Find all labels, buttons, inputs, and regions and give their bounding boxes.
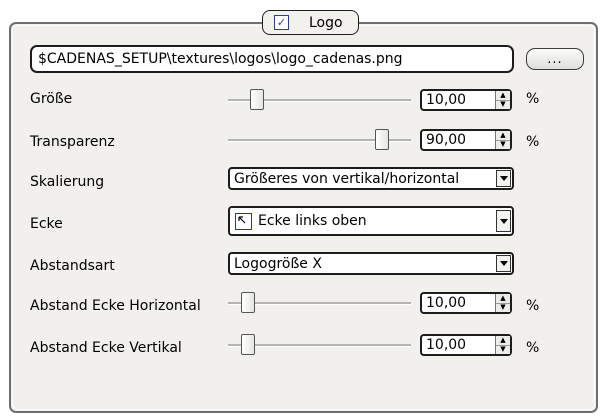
scaling-label: Skalierung	[30, 174, 105, 190]
browse-button[interactable]: ...	[526, 48, 584, 70]
chevron-down-icon[interactable]	[496, 210, 511, 232]
spin-up-icon[interactable]: ▲	[496, 91, 510, 100]
transparency-slider[interactable]	[228, 129, 411, 151]
transparency-spin-arrows[interactable]: ▲ ▼	[495, 131, 510, 149]
corner-value: Ecke links oben	[258, 213, 367, 229]
spacing-vertical-value: 10,00	[426, 337, 467, 353]
spacing-horizontal-slider[interactable]	[228, 292, 411, 314]
corner-dropdown[interactable]: Ecke links oben	[228, 206, 514, 236]
logo-enabled-checkbox[interactable]: ✓	[274, 15, 289, 30]
spacing-type-dropdown[interactable]: Logogröße X	[228, 252, 514, 275]
spacing-type-value: Logogröße X	[234, 255, 322, 272]
spacing-horizontal-spinbox[interactable]: 10,00 ▲ ▼	[420, 292, 512, 314]
size-slider[interactable]	[228, 89, 411, 111]
spacing-vertical-spin-arrows[interactable]: ▲ ▼	[495, 336, 510, 354]
spin-up-icon[interactable]: ▲	[496, 294, 510, 303]
spacing-horizontal-label: Abstand Ecke Horizontal	[30, 298, 201, 314]
corner-label: Ecke	[30, 216, 63, 232]
transparency-label: Transparenz	[30, 134, 115, 150]
logo-group-toggle[interactable]: ✓ Logo	[262, 10, 359, 35]
spacing-vertical-spinbox[interactable]: 10,00 ▲ ▼	[420, 334, 512, 356]
spacing-type-label: Abstandsart	[30, 258, 115, 274]
spacing-vertical-unit: %	[526, 340, 540, 356]
spacing-horizontal-slider-track	[228, 302, 411, 305]
spacing-horizontal-slider-thumb[interactable]	[241, 292, 256, 313]
arrow-top-left-icon	[235, 212, 252, 230]
size-unit: %	[526, 91, 540, 107]
scaling-value: Größeres von vertikal/horizontal	[234, 170, 460, 187]
browse-button-label: ...	[547, 51, 563, 67]
spacing-vertical-slider-track	[228, 344, 411, 347]
spacing-vertical-label: Abstand Ecke Vertikal	[30, 340, 182, 356]
size-spin-arrows[interactable]: ▲ ▼	[495, 91, 510, 109]
spacing-horizontal-unit: %	[526, 298, 540, 314]
spin-down-icon[interactable]: ▼	[496, 139, 510, 150]
spacing-vertical-slider[interactable]	[228, 334, 411, 356]
spin-up-icon[interactable]: ▲	[496, 336, 510, 345]
transparency-spinbox[interactable]: 90,00 ▲ ▼	[420, 129, 512, 151]
spacing-vertical-slider-thumb[interactable]	[241, 334, 256, 355]
logo-group-title: Logo	[309, 14, 343, 31]
transparency-slider-thumb[interactable]	[374, 129, 389, 150]
transparency-value: 90,00	[426, 132, 467, 148]
spin-down-icon[interactable]: ▼	[496, 99, 510, 110]
chevron-down-icon[interactable]	[496, 255, 511, 272]
spin-down-icon[interactable]: ▼	[496, 302, 510, 313]
size-value: 10,00	[426, 92, 467, 108]
spacing-horizontal-value: 10,00	[426, 295, 467, 311]
transparency-unit: %	[526, 134, 540, 150]
size-slider-thumb[interactable]	[250, 89, 265, 110]
spacing-horizontal-spin-arrows[interactable]: ▲ ▼	[495, 294, 510, 312]
scaling-dropdown[interactable]: Größeres von vertikal/horizontal	[228, 167, 514, 190]
logo-path-value: $CADENAS_SETUP\textures\logos\logo_caden…	[38, 51, 403, 67]
checkmark-icon: ✓	[276, 16, 287, 29]
size-spinbox[interactable]: 10,00 ▲ ▼	[420, 89, 512, 111]
logo-path-input[interactable]: $CADENAS_SETUP\textures\logos\logo_caden…	[30, 45, 514, 73]
size-label: Größe	[30, 91, 73, 107]
spin-down-icon[interactable]: ▼	[496, 344, 510, 355]
chevron-down-icon[interactable]	[496, 170, 511, 187]
spin-up-icon[interactable]: ▲	[496, 131, 510, 140]
